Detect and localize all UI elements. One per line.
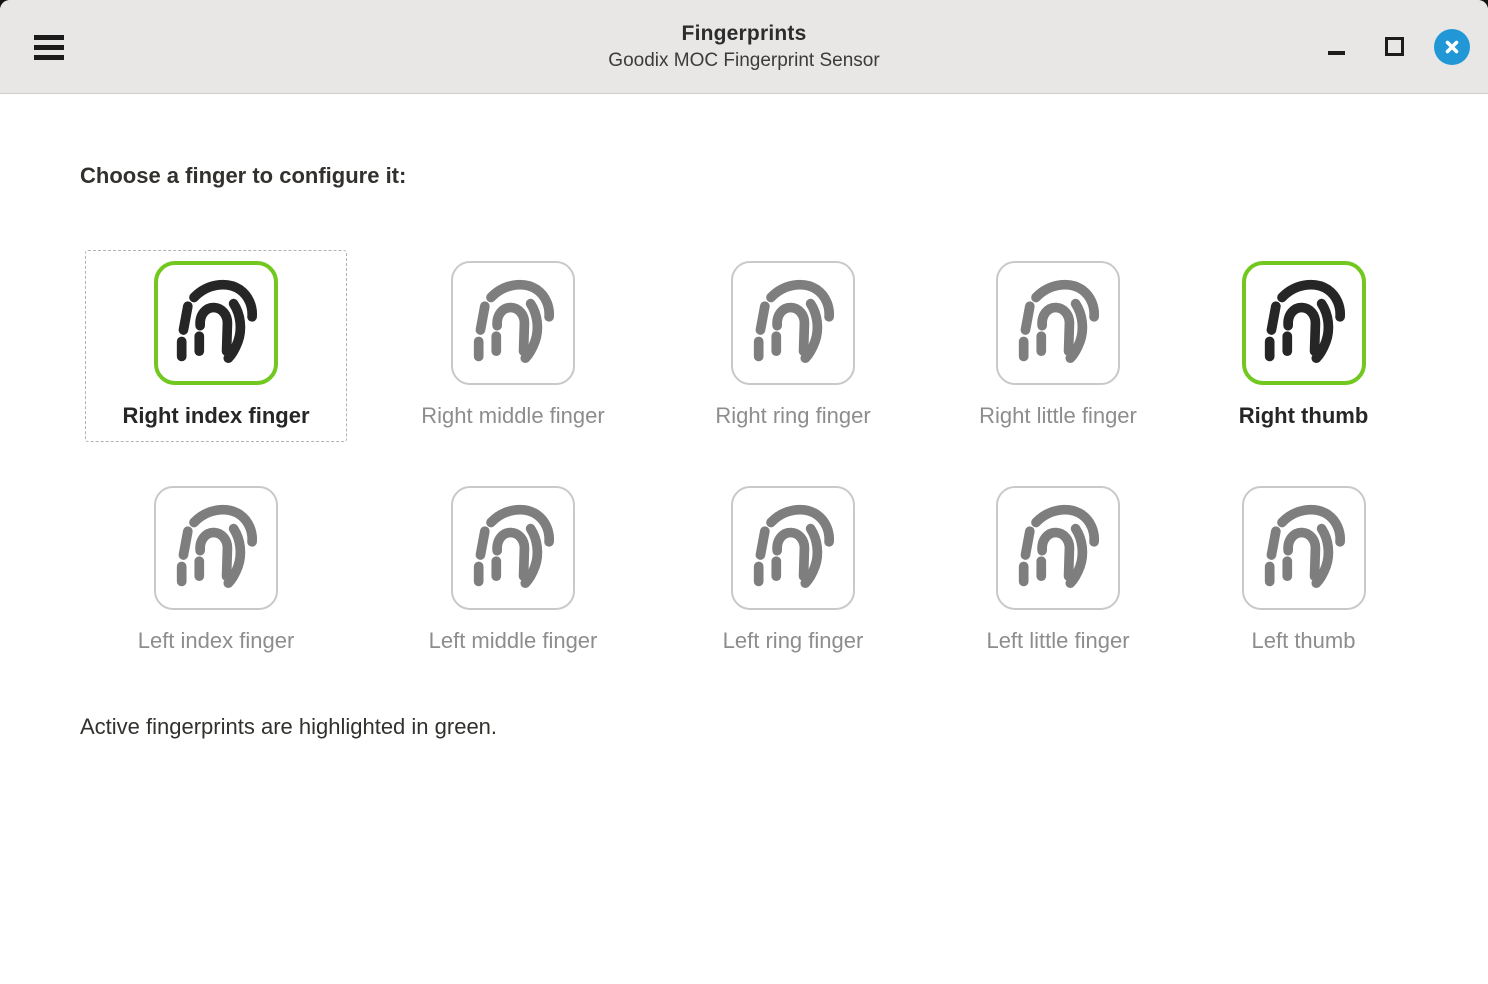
fingerprint-icon: [469, 504, 557, 592]
finger-label: Left little finger: [986, 627, 1129, 655]
finger-grid: Right index finger Right middle finger R…: [85, 250, 1488, 667]
fingerprint-frame: [731, 261, 855, 385]
menu-button[interactable]: [24, 23, 72, 71]
finger-tile-left-index-finger[interactable]: Left index finger: [85, 475, 347, 667]
fingerprints-window: Fingerprints Goodix MOC Fingerprint Sens…: [0, 0, 1488, 984]
fingerprint-icon: [1260, 279, 1348, 367]
fingerprint-frame: [996, 261, 1120, 385]
fingerprint-frame: [154, 261, 278, 385]
fingerprint-icon: [1260, 504, 1348, 592]
finger-label: Left thumb: [1252, 627, 1356, 655]
fingerprint-icon: [749, 279, 837, 367]
finger-label: Left middle finger: [429, 627, 598, 655]
minimize-icon: [1328, 51, 1345, 55]
maximize-button[interactable]: [1376, 29, 1412, 65]
finger-tile-left-middle-finger[interactable]: Left middle finger: [382, 475, 644, 667]
close-button[interactable]: [1434, 29, 1470, 65]
maximize-icon: [1385, 37, 1404, 56]
window-controls: [1318, 0, 1470, 93]
fingerprint-frame: [451, 486, 575, 610]
minimize-button[interactable]: [1318, 29, 1354, 65]
fingerprint-frame: [154, 486, 278, 610]
fingerprint-frame: [451, 261, 575, 385]
finger-tile-left-thumb[interactable]: Left thumb: [1209, 475, 1398, 667]
finger-label: Right ring finger: [715, 402, 870, 430]
window-subtitle: Goodix MOC Fingerprint Sensor: [0, 49, 1488, 73]
finger-tile-right-thumb[interactable]: Right thumb: [1209, 250, 1398, 442]
finger-label: Left ring finger: [723, 627, 864, 655]
finger-tile-left-little-finger[interactable]: Left little finger: [942, 475, 1174, 667]
title-stack: Fingerprints Goodix MOC Fingerprint Sens…: [0, 21, 1488, 73]
finger-tile-right-middle-finger[interactable]: Right middle finger: [382, 250, 644, 442]
page-heading: Choose a finger to configure it:: [80, 163, 1488, 189]
fingerprint-frame: [996, 486, 1120, 610]
fingerprint-frame: [731, 486, 855, 610]
window-title: Fingerprints: [0, 21, 1488, 47]
fingerprint-icon: [1014, 279, 1102, 367]
footnote: Active fingerprints are highlighted in g…: [80, 714, 1488, 740]
finger-label: Right little finger: [979, 402, 1137, 430]
finger-label: Right index finger: [123, 402, 310, 430]
finger-tile-left-ring-finger[interactable]: Left ring finger: [679, 475, 907, 667]
fingerprint-icon: [749, 504, 837, 592]
content-area: Choose a finger to configure it: Right i…: [0, 163, 1488, 740]
close-icon: [1444, 39, 1460, 55]
fingerprint-icon: [1014, 504, 1102, 592]
fingerprint-icon: [172, 279, 260, 367]
titlebar: Fingerprints Goodix MOC Fingerprint Sens…: [0, 0, 1488, 94]
fingerprint-icon: [469, 279, 557, 367]
finger-tile-right-index-finger[interactable]: Right index finger: [85, 250, 347, 442]
fingerprint-frame: [1242, 261, 1366, 385]
finger-tile-right-little-finger[interactable]: Right little finger: [942, 250, 1174, 442]
finger-label: Right middle finger: [421, 402, 604, 430]
finger-label: Left index finger: [138, 627, 295, 655]
fingerprint-icon: [172, 504, 260, 592]
finger-tile-right-ring-finger[interactable]: Right ring finger: [679, 250, 907, 442]
finger-label: Right thumb: [1239, 402, 1369, 430]
fingerprint-frame: [1242, 486, 1366, 610]
